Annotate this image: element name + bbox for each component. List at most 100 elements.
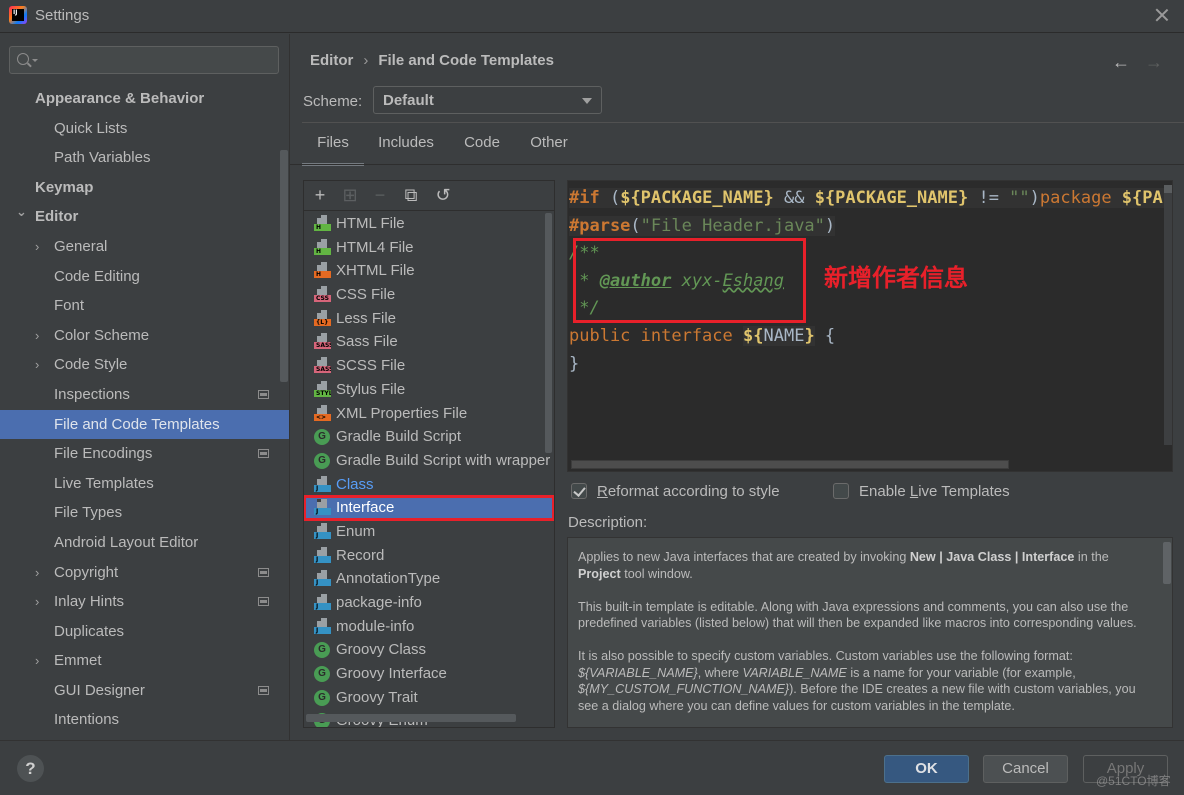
file-type-icon: J — [314, 594, 331, 611]
template-item[interactable]: J Interface — [304, 495, 554, 521]
sidebar-item-intentions[interactable]: Intentions — [0, 705, 289, 735]
template-item[interactable]: {L} Less File — [304, 307, 554, 331]
reset-icon[interactable]: ↺ — [433, 185, 453, 205]
code-token: ( — [630, 215, 641, 236]
sidebar-item-quick-lists[interactable]: Quick Lists — [0, 114, 289, 144]
chevron-right-icon[interactable]: › — [35, 646, 39, 676]
remove-icon[interactable]: − — [370, 185, 390, 205]
template-item[interactable]: H HTML4 File — [304, 236, 554, 260]
reformat-label: Reformat according to style — [597, 483, 780, 500]
list-horizontal-scrollbar[interactable] — [306, 714, 516, 722]
template-item[interactable]: J AnnotationType — [304, 567, 554, 591]
template-item[interactable]: G Groovy Interface — [304, 662, 554, 686]
template-item[interactable]: J Enum — [304, 520, 554, 544]
sidebar-item-emmet[interactable]: › Emmet — [0, 646, 289, 676]
template-label: HTML File — [336, 215, 405, 232]
sidebar-item-file-and-code-templates[interactable]: File and Code Templates — [0, 409, 289, 440]
settings-search[interactable] — [9, 46, 279, 74]
sidebar-item-path-variables[interactable]: Path Variables — [0, 143, 289, 173]
ok-button[interactable]: OK — [884, 755, 969, 783]
file-type-icon: SASS — [314, 357, 331, 374]
template-label: Record — [336, 546, 385, 564]
chevron-right-icon[interactable]: › — [35, 321, 39, 351]
breadcrumb-item-editor[interactable]: Editor — [310, 52, 353, 69]
code-token: ${PACKAGE_NAME} — [814, 188, 969, 208]
sidebar-item-editor[interactable]: ⌄ Editor — [0, 202, 289, 232]
chevron-right-icon[interactable]: › — [35, 587, 39, 617]
template-item[interactable]: H HTML File — [304, 212, 554, 236]
file-type-icon: STYL — [314, 380, 331, 398]
sidebar-item-font[interactable]: Font — [0, 291, 289, 321]
template-item[interactable]: G Gradle Build Script with wrapper — [304, 449, 554, 473]
sidebar-item-code-editing[interactable]: Code Editing — [0, 262, 289, 292]
title-bar: IJ Settings — [0, 0, 1184, 33]
chevron-right-icon[interactable]: › — [35, 558, 39, 588]
sidebar-item-color-scheme[interactable]: › Color Scheme — [0, 321, 289, 351]
tab-code[interactable]: Code — [452, 134, 512, 164]
template-label: Gradle Build Script with wrapper — [336, 451, 551, 469]
template-item[interactable]: G Groovy Trait — [304, 686, 554, 710]
template-label: Stylus File — [336, 380, 406, 398]
forward-arrow-icon[interactable]: → — [1145, 52, 1163, 73]
reformat-checkbox[interactable] — [571, 483, 587, 499]
add-child-template-icon[interactable]: ⊞ — [340, 185, 360, 205]
live-templates-checkbox[interactable] — [833, 483, 849, 499]
sidebar-item-file-encodings[interactable]: File Encodings — [0, 439, 289, 469]
tab-files[interactable]: Files — [302, 134, 364, 166]
sidebar-item-gui-designer[interactable]: GUI Designer — [0, 676, 289, 706]
sidebar-item-label: Live Templates — [54, 474, 154, 492]
sidebar-item-android-layout-editor[interactable]: Android Layout Editor — [0, 528, 289, 558]
copy-icon[interactable]: ⧉ — [401, 185, 421, 205]
sidebar-item-label: Font — [54, 297, 85, 315]
template-item[interactable]: Jmodule-info — [304, 615, 554, 639]
search-history-caret-icon[interactable] — [32, 59, 38, 62]
sidebar-item-file-types[interactable]: File Types — [0, 498, 289, 528]
template-label: package-info — [336, 594, 422, 611]
search-input[interactable] — [40, 50, 270, 70]
sidebar-item-appearance-behavior[interactable]: Appearance & Behavior — [0, 84, 289, 114]
add-icon[interactable]: + — [310, 185, 330, 205]
editor-horizontal-scrollbar[interactable] — [571, 460, 1009, 469]
sidebar-item-label: Path Variables — [54, 149, 151, 167]
chevron-right-icon[interactable]: › — [35, 232, 39, 262]
sidebar-item-keymap[interactable]: Keymap — [0, 173, 289, 203]
sidebar-item-code-style[interactable]: › Code Style — [0, 350, 289, 380]
template-label: XML Properties File — [336, 404, 468, 422]
chevron-right-icon[interactable]: › — [35, 350, 39, 380]
template-item[interactable]: SASS SCSS File — [304, 354, 554, 378]
sidebar-item-label: Duplicates — [54, 622, 125, 640]
sidebar-item-live-templates[interactable]: Live Templates — [0, 469, 289, 499]
help-button[interactable]: ? — [17, 755, 44, 782]
template-item[interactable]: SASS Sass File — [304, 330, 554, 354]
cancel-button[interactable]: Cancel — [983, 755, 1068, 783]
template-item[interactable]: STYL Stylus File — [304, 378, 554, 402]
list-vertical-scrollbar[interactable] — [545, 213, 552, 453]
close-icon[interactable] — [1154, 7, 1170, 23]
template-item[interactable]: J Class — [304, 473, 554, 497]
template-item[interactable]: G Groovy Class — [304, 638, 554, 662]
scrollbar-thumb[interactable] — [1164, 185, 1172, 193]
template-code-editor[interactable]: #if (${PACKAGE_NAME} && ${PACKAGE_NAME} … — [567, 180, 1173, 472]
sidebar-item-inlay-hints[interactable]: › Inlay Hints — [0, 587, 289, 617]
tab-other[interactable]: Other — [518, 134, 580, 164]
sidebar-item-general[interactable]: › General — [0, 232, 289, 262]
template-label: CSS File — [336, 286, 396, 304]
template-item[interactable]: CSS CSS File — [304, 283, 554, 307]
template-item[interactable]: H XHTML File — [304, 259, 554, 283]
description-scrollbar[interactable] — [1163, 542, 1171, 584]
file-type-icon: CSS — [314, 286, 331, 303]
chevron-down-icon[interactable]: ⌄ — [16, 197, 27, 227]
template-item[interactable]: G Gradle Build Script — [304, 425, 554, 449]
back-arrow-icon[interactable]: ← — [1112, 52, 1130, 73]
scheme-dropdown[interactable]: Default — [373, 86, 602, 114]
file-type-icon: J — [314, 499, 331, 516]
template-item[interactable]: J Record — [304, 544, 554, 568]
editor-vertical-scrollbar[interactable] — [1164, 185, 1172, 445]
template-item[interactable]: Jpackage-info — [304, 591, 554, 615]
sidebar-scrollbar[interactable] — [280, 150, 288, 382]
sidebar-item-copyright[interactable]: › Copyright — [0, 558, 289, 588]
template-item[interactable]: <> XML Properties File — [304, 402, 554, 426]
sidebar-item-duplicates[interactable]: Duplicates — [0, 617, 289, 647]
tab-includes[interactable]: Includes — [368, 134, 444, 164]
sidebar-item-inspections[interactable]: Inspections — [0, 380, 289, 410]
